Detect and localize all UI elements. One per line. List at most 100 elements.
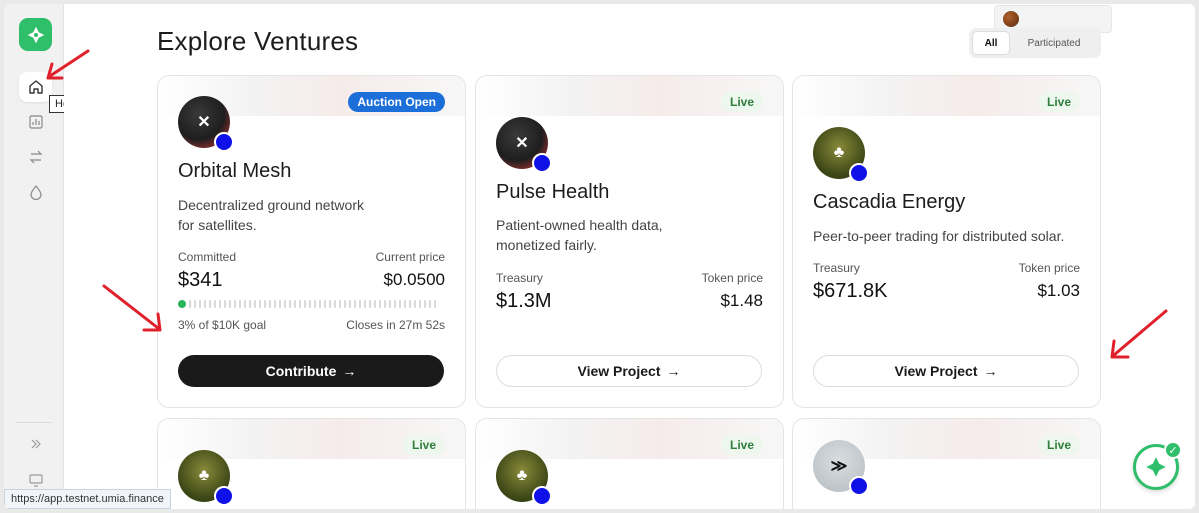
progress-segment [253, 300, 256, 308]
sidebar-divider [16, 422, 52, 423]
progress-segment [418, 300, 421, 308]
swap-icon [29, 150, 42, 164]
page-title: Explore Ventures [157, 26, 359, 56]
sidebar-item-swap[interactable] [19, 142, 52, 172]
progress-segment [188, 300, 191, 308]
avatar [1003, 11, 1019, 27]
app-logo[interactable] [19, 18, 52, 51]
droplet-icon [29, 185, 42, 200]
chain-badge-icon [849, 163, 869, 183]
progress-segment [338, 300, 341, 308]
progress-segment [403, 300, 406, 308]
project-logo: ♣ [496, 450, 552, 506]
assistant-button[interactable]: ✓ [1133, 441, 1182, 490]
committed-label: Committed [178, 250, 237, 264]
logo-icon [1146, 457, 1166, 477]
token-price-label: Token price [701, 271, 763, 285]
annotation-arrow-view-project [1110, 309, 1168, 359]
progress-segment [333, 300, 336, 308]
progress-segment [323, 300, 326, 308]
venture-card[interactable]: Live ♣ [157, 418, 466, 509]
progress-segment [198, 300, 201, 308]
progress-segment [388, 300, 391, 308]
status-badge: Live [720, 92, 763, 112]
treasury-value: $1.3M [496, 290, 552, 312]
progress-segment [278, 300, 281, 308]
progress-segment [228, 300, 231, 308]
status-bar-url: https://app.testnet.umia.finance [4, 489, 171, 509]
progress-segment [413, 300, 416, 308]
home-icon [28, 80, 43, 94]
progress-segment [428, 300, 431, 308]
progress-segment [193, 300, 196, 308]
filter-participated-option[interactable]: Participated [1010, 31, 1098, 55]
chain-badge-icon [532, 486, 552, 506]
project-description: Peer-to-peer trading for distributed sol… [813, 228, 1065, 244]
progress-segment [208, 300, 211, 308]
project-description: Patient-owned health data, monetized fai… [496, 217, 663, 253]
progress-segment [423, 300, 426, 308]
progress-segment [268, 300, 271, 308]
filter-all-option[interactable]: All [972, 31, 1010, 55]
status-badge: Live [402, 435, 445, 455]
contribute-button-label: Contribute [265, 363, 337, 379]
check-icon: ✓ [1164, 441, 1182, 459]
chain-badge-icon [214, 486, 234, 506]
progress-segment [243, 300, 246, 308]
venture-card-pulse-health[interactable]: Live ✕ Pulse Health Patient-owned health… [475, 75, 784, 408]
venture-card[interactable]: Live ≫ [792, 418, 1101, 509]
status-badge: Live [1037, 435, 1080, 455]
progress-segment [348, 300, 351, 308]
view-project-button[interactable]: View Project → [496, 355, 762, 387]
status-badge: Live [1037, 92, 1080, 112]
progress-segment [283, 300, 286, 308]
sidebar-item-analytics[interactable] [19, 107, 52, 137]
venture-card[interactable]: Live ♣ [475, 418, 784, 509]
status-badge: Live [720, 435, 763, 455]
sidebar-item-liquidity[interactable] [19, 177, 52, 207]
progress-segment [343, 300, 346, 308]
progress-segment [433, 300, 436, 308]
progress-segment [223, 300, 226, 308]
view-project-button[interactable]: View Project → [813, 355, 1079, 387]
progress-goal-text: 3% of $10K goal [178, 318, 267, 332]
project-logo: ♣ [178, 450, 234, 506]
project-logo: ♣ [813, 127, 869, 183]
project-logo: ≫ [813, 440, 869, 496]
token-price-label: Token price [1018, 261, 1080, 275]
progress-segment [363, 300, 366, 308]
closes-countdown: Closes in 27m 52s [346, 318, 445, 332]
venture-card-cascadia-energy[interactable]: Live ♣ Cascadia Energy Peer-to-peer trad… [792, 75, 1101, 408]
funding-progress-bar [178, 300, 444, 308]
progress-segment [233, 300, 236, 308]
progress-segment [293, 300, 296, 308]
progress-fill [178, 300, 186, 308]
venture-card-orbital-mesh[interactable]: Auction Open ✕ Orbital Mesh Decentralize… [157, 75, 466, 408]
chevron-double-right-icon [31, 439, 41, 449]
progress-segment [358, 300, 361, 308]
progress-segment [298, 300, 301, 308]
progress-segment [373, 300, 376, 308]
progress-segment [213, 300, 216, 308]
status-badge: Auction Open [348, 92, 445, 112]
current-price-label: Current price [375, 250, 445, 264]
project-name: Orbital Mesh [178, 160, 292, 182]
progress-segment [273, 300, 276, 308]
progress-segment [263, 300, 266, 308]
progress-segment [408, 300, 411, 308]
token-price-value: $1.48 [720, 291, 763, 310]
current-price-value: $0.0500 [383, 270, 445, 289]
treasury-label: Treasury [496, 271, 543, 285]
progress-segment [288, 300, 291, 308]
progress-segment [218, 300, 221, 308]
expand-sidebar-button[interactable] [19, 429, 52, 459]
arrow-right-icon: → [342, 363, 357, 379]
contribute-button[interactable]: Contribute → [178, 355, 444, 387]
progress-segment [308, 300, 311, 308]
token-price-value: $1.03 [1037, 281, 1080, 300]
progress-segment [368, 300, 371, 308]
progress-segment [318, 300, 321, 308]
progress-segment [328, 300, 331, 308]
main-content: Explore Ventures All Participated Auctio… [64, 4, 1195, 509]
project-name: Cascadia Energy [813, 191, 966, 213]
